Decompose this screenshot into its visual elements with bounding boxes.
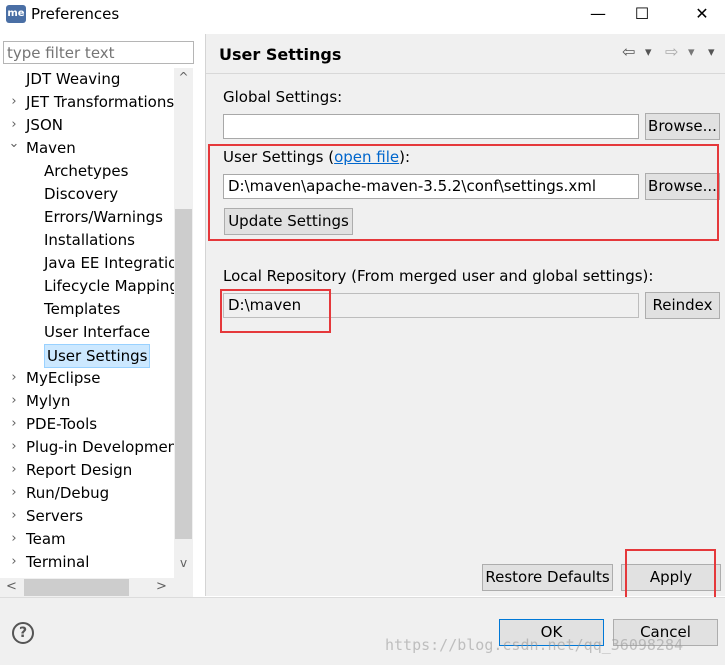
tree-expand-chevron-icon[interactable]: › <box>7 367 21 389</box>
tree-item-label: Servers <box>26 507 84 525</box>
tree-item-label: Discovery <box>44 185 119 203</box>
preferences-tree: JDT Weaving › JET Transformations › JSON ⌄ Mav… <box>0 68 174 578</box>
tree-item-label: User Interface <box>44 323 151 341</box>
scroll-down-icon[interactable]: v <box>174 556 193 570</box>
tree-expand-chevron-icon[interactable]: › <box>7 459 21 481</box>
tree-horizontal-scrollbar[interactable]: < > <box>0 578 193 597</box>
global-settings-label: Global Settings: <box>223 88 343 106</box>
tree-item-label: Java EE Integration <box>44 254 174 272</box>
window-title: Preferences <box>31 5 120 23</box>
tree-expand-chevron-icon[interactable]: › <box>7 436 21 458</box>
filter-input[interactable] <box>3 41 194 64</box>
tree-item-label: Terminal <box>26 553 90 571</box>
user-settings-label-text: User Settings ( <box>223 148 335 166</box>
tree-expand-chevron-icon[interactable]: › <box>7 551 21 573</box>
tree-item-label: JSON <box>26 116 63 134</box>
user-settings-field[interactable]: D:\maven\apache-maven-3.5.2\conf\setting… <box>223 174 639 199</box>
header-separator <box>206 73 725 74</box>
tree-item-label: JET Transformations <box>26 93 174 111</box>
close-button[interactable]: ✕ <box>679 0 725 30</box>
back-menu-chevron-icon[interactable]: ▾ <box>645 45 652 60</box>
apply-button[interactable]: Apply <box>621 564 721 591</box>
tree-expand-chevron-icon[interactable]: › <box>7 528 21 550</box>
tree-item-label: Lifecycle Mappings <box>44 277 174 295</box>
scroll-right-icon[interactable]: > <box>152 578 171 596</box>
view-menu-chevron-icon[interactable]: ▾ <box>708 45 715 60</box>
local-repository-label: Local Repository (From merged user and g… <box>223 267 654 285</box>
user-settings-label-suffix: ): <box>399 148 411 166</box>
tree-collapse-chevron-icon[interactable]: ⌄ <box>7 133 21 155</box>
myeclipse-logo-icon: me <box>6 5 26 23</box>
local-repository-field: D:\maven <box>223 293 639 318</box>
scroll-left-icon[interactable]: < <box>2 578 21 596</box>
user-settings-label: User Settings (open file): <box>223 148 410 166</box>
ok-button[interactable]: OK <box>499 619 604 646</box>
tree-item-label: Mylyn <box>26 392 71 410</box>
tree-item-label: Team <box>26 530 66 548</box>
page-title: User Settings <box>219 45 342 64</box>
global-settings-field[interactable] <box>223 114 639 139</box>
title-bar: me Preferences — ☐ ✕ <box>0 0 725 30</box>
tree-item-label: Maven <box>26 139 76 157</box>
update-settings-button[interactable]: Update Settings <box>224 208 353 235</box>
reindex-button[interactable]: Reindex <box>645 292 720 319</box>
forward-menu-chevron-icon[interactable]: ▾ <box>688 45 695 60</box>
tree-item-label: Installations <box>44 231 135 249</box>
open-file-link[interactable]: open file <box>334 148 399 166</box>
minimize-button[interactable]: — <box>575 0 621 30</box>
global-browse-button[interactable]: Browse... <box>645 113 720 140</box>
horizontal-scroll-thumb[interactable] <box>24 579 129 596</box>
scroll-up-icon[interactable]: ^ <box>174 70 193 84</box>
cancel-button[interactable]: Cancel <box>613 619 718 646</box>
tree-item-label: MyEclipse <box>26 369 101 387</box>
back-arrow-icon[interactable]: ⇦ <box>622 42 635 61</box>
tree-expand-chevron-icon[interactable]: › <box>7 390 21 412</box>
tree-expand-chevron-icon[interactable]: › <box>7 482 21 504</box>
tree-item-label: Templates <box>44 300 121 318</box>
tree-item-label: Report Design <box>26 461 133 479</box>
tree-item-label: PDE-Tools <box>26 415 98 433</box>
tree-expand-chevron-icon[interactable]: › <box>7 91 21 113</box>
restore-defaults-button[interactable]: Restore Defaults <box>482 564 613 591</box>
tree-vertical-scrollbar[interactable]: ^ v <box>174 68 193 578</box>
maximize-button[interactable]: ☐ <box>619 0 665 30</box>
tree-item-label: Run/Debug <box>26 484 110 502</box>
tree-item-label: JDT Weaving <box>26 70 121 88</box>
user-browse-button[interactable]: Browse... <box>645 173 720 200</box>
tree-item-label: Errors/Warnings <box>44 208 163 226</box>
help-icon[interactable]: ? <box>12 622 34 644</box>
tree-item-label: Plug-in Development <box>26 438 174 456</box>
tree-expand-chevron-icon[interactable]: › <box>7 505 21 527</box>
forward-arrow-icon[interactable]: ⇨ <box>665 42 678 61</box>
tree-item-label: Archetypes <box>44 162 129 180</box>
tree-expand-chevron-icon[interactable]: › <box>7 413 21 435</box>
vertical-scroll-thumb[interactable] <box>175 209 192 539</box>
tree-item-label: User Settings <box>44 344 151 368</box>
